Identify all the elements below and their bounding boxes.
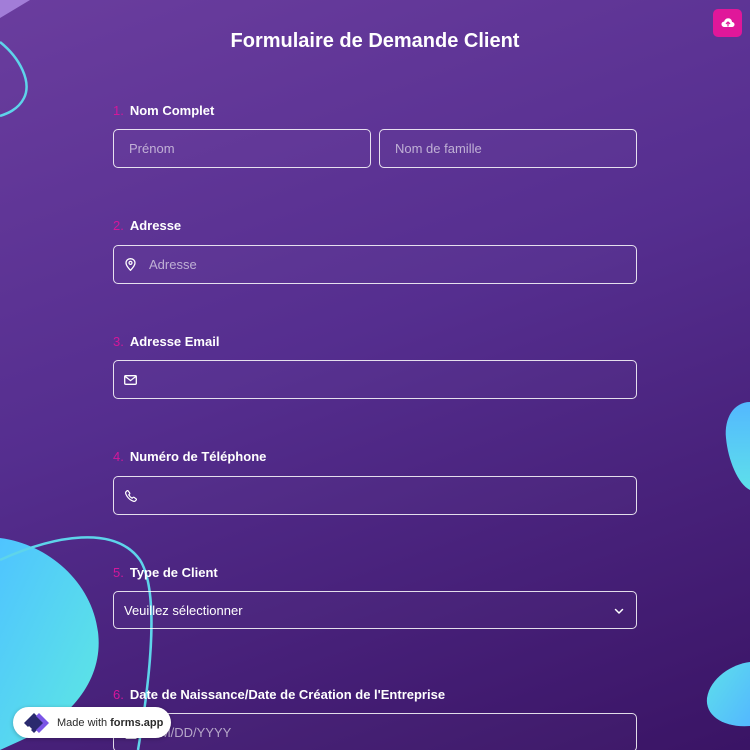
question-label-birth-date: 6. Date de Naissance/Date de Création de … [113, 687, 445, 702]
question-text: Type de Client [129, 565, 218, 580]
made-with-badge[interactable]: Made with forms.app [13, 707, 171, 738]
question-label-full-name: 1. Nom Complet [113, 103, 214, 118]
decor-top-left-shape [0, 0, 30, 118]
chevron-down-icon [614, 608, 624, 614]
last-name-input[interactable] [380, 130, 636, 167]
question-label-phone: 4. Numéro de Téléphone [113, 449, 266, 464]
question-number: 1. [113, 103, 124, 118]
question-text: Date de Naissance/Date de Création de l'… [129, 687, 446, 702]
question-label-client-type: 5. Type de Client [113, 565, 218, 580]
email-field[interactable] [113, 360, 637, 399]
date-input[interactable] [114, 714, 636, 750]
question-number: 4. [113, 449, 124, 464]
envelope-icon [124, 373, 137, 386]
phone-field[interactable] [113, 476, 637, 515]
question-text: Adresse Email [129, 334, 220, 349]
question-number: 6. [113, 687, 124, 702]
decor-bottom-right-blob [706, 662, 750, 727]
first-name-input[interactable] [114, 130, 370, 167]
badge-prefix: Made with [57, 716, 108, 729]
last-name-field[interactable] [379, 129, 637, 168]
address-field[interactable] [113, 245, 637, 284]
cloud-upload-icon [721, 18, 734, 27]
forms-app-logo-icon [24, 712, 49, 733]
first-name-field[interactable] [113, 129, 371, 168]
badge-brand: forms.app [110, 716, 164, 729]
question-label-address: 2. Adresse [113, 218, 181, 233]
date-field[interactable] [113, 713, 637, 750]
question-text: Numéro de Téléphone [129, 449, 267, 464]
phone-icon [124, 489, 137, 502]
question-number: 3. [113, 334, 124, 349]
question-label-email: 3. Adresse Email [113, 334, 219, 349]
form-title: Formulaire de Demande Client [230, 30, 520, 52]
map-pin-icon [124, 258, 137, 271]
email-input[interactable] [114, 361, 636, 398]
question-number: 2. [113, 218, 124, 233]
question-text: Adresse [129, 218, 182, 233]
client-type-select[interactable]: Veuillez sélectionner [113, 591, 637, 629]
phone-input[interactable] [114, 477, 636, 514]
decor-right-blob [725, 402, 750, 490]
client-type-selected-value: Veuillez sélectionner [124, 602, 243, 618]
question-text: Nom Complet [129, 103, 215, 118]
question-number: 5. [113, 565, 124, 580]
address-input[interactable] [114, 246, 636, 283]
